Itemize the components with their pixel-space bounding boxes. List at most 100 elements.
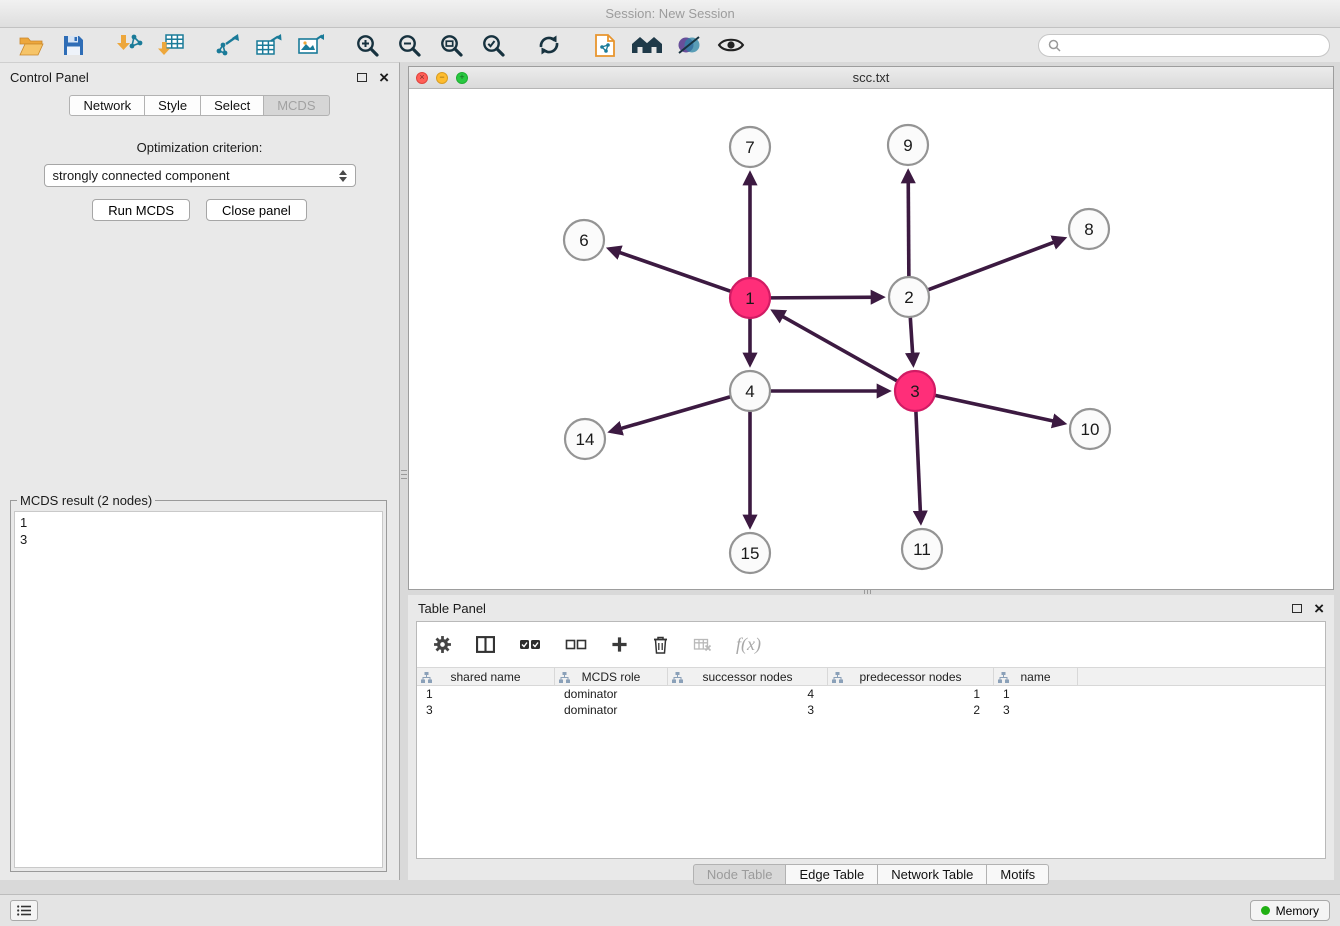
close-window-icon[interactable]: × [416, 72, 428, 84]
svg-text:14: 14 [576, 430, 595, 449]
tab-select[interactable]: Select [201, 95, 264, 116]
fit-selected-button[interactable] [472, 30, 514, 60]
export-table-icon [255, 33, 283, 57]
edge-3-10[interactable] [935, 395, 1064, 423]
node-15[interactable]: 15 [730, 533, 770, 573]
edge-1-6[interactable] [609, 249, 731, 291]
tab-network[interactable]: Network [69, 95, 145, 116]
window-splitter-handle[interactable] [860, 589, 874, 594]
apply-style-button[interactable] [668, 30, 710, 60]
svg-text:9: 9 [903, 136, 912, 155]
import-table-button[interactable] [150, 30, 192, 60]
float-panel-icon[interactable] [357, 73, 367, 82]
column-header-shared-name[interactable]: shared name [417, 668, 555, 685]
function-builder-icon[interactable]: f(x) [736, 634, 761, 655]
edge-2-9[interactable] [908, 172, 909, 277]
export-network-icon [213, 33, 241, 57]
export-image-button[interactable] [290, 30, 332, 60]
close-panel-button[interactable]: Close panel [206, 199, 307, 221]
select-all-columns-button[interactable] [519, 638, 541, 651]
node-14[interactable]: 14 [565, 419, 605, 459]
maximize-window-icon[interactable]: + [456, 72, 468, 84]
search-input[interactable] [1066, 38, 1320, 52]
column-header-predecessor-nodes[interactable]: predecessor nodes [828, 668, 994, 685]
node-7[interactable]: 7 [730, 127, 770, 167]
run-mcds-button[interactable]: Run MCDS [92, 199, 190, 221]
edge-4-14[interactable] [611, 397, 731, 432]
show-columns-button[interactable] [476, 636, 495, 653]
close-table-panel-icon[interactable]: × [1314, 600, 1324, 617]
network-window-titlebar[interactable]: scc.txt × − + [409, 67, 1333, 89]
table-row[interactable]: 3dominator323 [417, 702, 1325, 718]
export-image-icon [297, 33, 325, 57]
tab-style[interactable]: Style [145, 95, 201, 116]
memory-label: Memory [1276, 904, 1319, 918]
sort-tree-icon [832, 672, 843, 683]
node-4[interactable]: 4 [730, 371, 770, 411]
zoom-out-icon [397, 33, 422, 58]
import-network-button[interactable] [108, 30, 150, 60]
save-session-button[interactable] [52, 30, 94, 60]
table-row[interactable]: 1dominator411 [417, 686, 1325, 702]
table-tab-network-table[interactable]: Network Table [878, 864, 987, 885]
window-titlebar[interactable]: Session: New Session [0, 0, 1340, 28]
memory-button[interactable]: Memory [1250, 900, 1330, 921]
table-settings-button[interactable] [433, 635, 452, 654]
table-tab-node-table[interactable]: Node Table [693, 864, 787, 885]
table-tab-edge-table[interactable]: Edge Table [786, 864, 878, 885]
gear-icon [433, 635, 452, 654]
search-icon [1048, 39, 1061, 52]
fit-content-button[interactable] [430, 30, 472, 60]
edge-1-2[interactable] [770, 297, 882, 298]
edge-3-1[interactable] [774, 311, 898, 381]
zoom-in-icon [355, 33, 380, 58]
open-session-button[interactable] [10, 30, 52, 60]
node-1[interactable]: 1 [730, 278, 770, 318]
node-6[interactable]: 6 [564, 220, 604, 260]
node-8[interactable]: 8 [1069, 209, 1109, 249]
network-canvas[interactable]: 7 9 6 8 1 2 4 3 14 10 15 11 [409, 89, 1333, 589]
node-10[interactable]: 10 [1070, 409, 1110, 449]
column-header-name[interactable]: name [994, 668, 1078, 685]
unselect-all-columns-button[interactable] [565, 638, 587, 651]
delete-table-button[interactable] [693, 638, 712, 652]
table-cell: 1 [417, 687, 555, 701]
node-11[interactable]: 11 [902, 529, 942, 569]
zoom-out-button[interactable] [388, 30, 430, 60]
edge-3-11[interactable] [916, 411, 921, 522]
search-box [1038, 34, 1330, 57]
table-cell: 1 [828, 687, 994, 701]
table-tab-motifs[interactable]: Motifs [987, 864, 1049, 885]
mcds-result-text[interactable]: 1 3 [14, 511, 383, 868]
mcds-tab-content: Optimization criterion: strongly connect… [0, 140, 399, 221]
create-column-button[interactable] [611, 636, 628, 653]
select-all-checks-icon [519, 638, 541, 651]
graphics-details-button[interactable] [710, 30, 752, 60]
column-header-successor-nodes[interactable]: successor nodes [668, 668, 828, 685]
homes-icon [631, 34, 663, 56]
tab-mcds[interactable]: MCDS [264, 95, 329, 116]
edge-2-3[interactable] [910, 317, 913, 364]
minimize-window-icon[interactable]: − [436, 72, 448, 84]
annotation-document-button[interactable] [584, 30, 626, 60]
node-3[interactable]: 3 [895, 371, 935, 411]
node-9[interactable]: 9 [888, 125, 928, 165]
home-button[interactable] [626, 30, 668, 60]
optimization-dropdown-value: strongly connected component [53, 168, 230, 183]
task-history-button[interactable] [10, 900, 38, 921]
edge-2-8[interactable] [928, 239, 1064, 290]
node-2[interactable]: 2 [889, 277, 929, 317]
export-table-button[interactable] [248, 30, 290, 60]
table-cell: 3 [994, 703, 1078, 717]
zoom-in-button[interactable] [346, 30, 388, 60]
apply-layout-button[interactable] [528, 30, 570, 60]
float-table-panel-icon[interactable] [1292, 604, 1302, 613]
export-network-button[interactable] [206, 30, 248, 60]
panel-splitter-handle[interactable] [401, 462, 407, 486]
document-network-icon [594, 33, 616, 58]
column-header-MCDS-role[interactable]: MCDS role [555, 668, 668, 685]
optimization-dropdown[interactable]: strongly connected component [44, 164, 356, 187]
delete-column-button[interactable] [652, 635, 669, 654]
svg-text:8: 8 [1084, 220, 1093, 239]
close-panel-icon[interactable]: × [379, 69, 389, 86]
